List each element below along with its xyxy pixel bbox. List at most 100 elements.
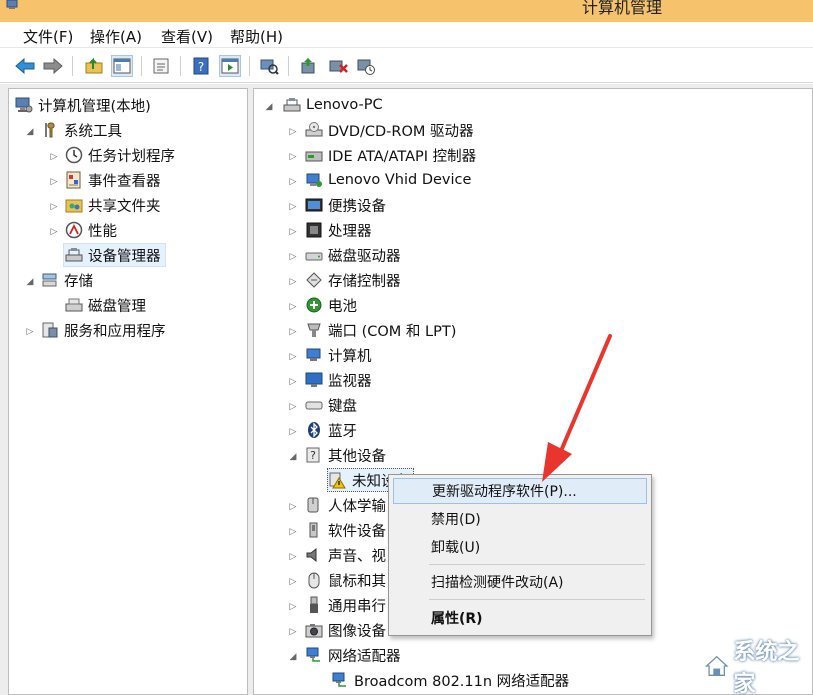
- collapsed-arrow-icon[interactable]: ▷: [288, 577, 298, 587]
- properties-button[interactable]: [150, 55, 172, 77]
- tree-item-event-viewer[interactable]: 事件查看器: [65, 168, 161, 192]
- device-category-monitors[interactable]: 监视器: [305, 368, 372, 392]
- device-category-portable[interactable]: 便携设备: [305, 193, 386, 217]
- device-category-computer[interactable]: 计算机: [305, 343, 372, 367]
- device-category-mice[interactable]: 鼠标和其: [305, 568, 386, 592]
- device-category-bluetooth[interactable]: 蓝牙: [305, 418, 357, 442]
- device-category-dvd[interactable]: DVD/CD-ROM 驱动器: [305, 118, 474, 142]
- device-category-battery[interactable]: 电池: [305, 293, 357, 317]
- menu-action[interactable]: 操作(A): [90, 26, 142, 47]
- collapsed-arrow-icon[interactable]: ▷: [288, 527, 298, 537]
- menu-view[interactable]: 查看(V): [161, 26, 213, 47]
- expanded-arrow-icon[interactable]: ◢: [288, 452, 298, 462]
- collapsed-arrow-icon[interactable]: ▷: [288, 202, 298, 212]
- context-menu-scan-hardware[interactable]: 扫描检测硬件改动(A): [393, 569, 647, 595]
- collapsed-arrow-icon[interactable]: ▷: [49, 177, 59, 187]
- tree-item-label: 磁盘管理: [88, 298, 146, 315]
- tree-item-services-and-applications[interactable]: 服务和应用程序: [41, 318, 166, 342]
- device-category-keyboards[interactable]: 键盘: [305, 393, 357, 417]
- collapsed-arrow-icon[interactable]: ▷: [49, 202, 59, 212]
- device-category-other-devices[interactable]: ? 其他设备: [305, 443, 386, 467]
- collapsed-arrow-icon[interactable]: ▷: [288, 352, 298, 362]
- tree-item-label: 软件设备: [328, 523, 386, 540]
- collapsed-arrow-icon[interactable]: ▷: [288, 227, 298, 237]
- mouse-icon: [308, 572, 320, 589]
- collapsed-arrow-icon[interactable]: ▷: [49, 227, 59, 237]
- collapsed-arrow-icon[interactable]: ▷: [288, 152, 298, 162]
- update-driver-button[interactable]: [297, 55, 319, 77]
- device-category-processor[interactable]: 处理器: [305, 218, 372, 242]
- device-category-network-adapters[interactable]: 网络适配器: [305, 643, 401, 667]
- expanded-arrow-icon[interactable]: ◢: [264, 102, 274, 112]
- collapsed-arrow-icon[interactable]: ▷: [288, 177, 298, 187]
- context-menu-properties[interactable]: 属性(R): [393, 605, 647, 631]
- collapsed-arrow-icon[interactable]: ▷: [288, 502, 298, 512]
- device-category-hid[interactable]: 人体学输: [305, 493, 386, 517]
- forward-arrow-icon: [43, 58, 63, 74]
- device-category-imaging[interactable]: 图像设备: [305, 618, 386, 642]
- back-arrow-icon: [15, 58, 35, 74]
- collapsed-arrow-icon[interactable]: ▷: [25, 327, 35, 337]
- device-broadcom-adapter[interactable]: Broadcom 802.11n 网络适配器: [331, 668, 569, 692]
- disable-device-button[interactable]: [355, 55, 377, 77]
- computer-icon: [283, 98, 301, 112]
- collapsed-arrow-icon[interactable]: ▷: [288, 327, 298, 337]
- tree-item-performance[interactable]: 性能: [65, 218, 117, 242]
- context-menu-uninstall[interactable]: 卸载(U): [393, 534, 647, 560]
- expanded-arrow-icon[interactable]: ◢: [288, 652, 298, 662]
- keyboard-icon: [305, 401, 323, 410]
- collapsed-arrow-icon[interactable]: ▷: [288, 427, 298, 437]
- device-category-software-devices[interactable]: 软件设备: [305, 518, 386, 542]
- collapsed-arrow-icon[interactable]: ▷: [49, 152, 59, 162]
- console-tree-icon: [113, 58, 131, 74]
- collapsed-arrow-icon[interactable]: ▷: [288, 552, 298, 562]
- tree-item-label: 任务计划程序: [88, 148, 175, 165]
- tree-item-storage[interactable]: 存储: [41, 268, 93, 292]
- network-adapter-icon: [306, 647, 320, 662]
- tree-item-label: 设备管理器: [88, 248, 161, 265]
- tree-item-label: Lenovo-PC: [306, 97, 383, 113]
- menu-help[interactable]: 帮助(H): [230, 26, 283, 47]
- shared-folder-icon: [65, 199, 83, 213]
- device-category-ide[interactable]: IDE ATA/ATAPI 控制器: [305, 143, 476, 167]
- tree-item-device-manager[interactable]: 设备管理器: [63, 243, 166, 267]
- tree-item-label: 其他设备: [328, 448, 386, 465]
- device-tree-root[interactable]: Lenovo-PC: [283, 93, 383, 117]
- collapsed-arrow-icon[interactable]: ▷: [288, 252, 298, 262]
- tree-item-task-scheduler[interactable]: 任务计划程序: [65, 143, 175, 167]
- collapsed-arrow-icon[interactable]: ▷: [288, 277, 298, 287]
- dvd-icon: [305, 122, 323, 137]
- device-category-usb[interactable]: 通用串行: [305, 593, 386, 617]
- context-menu-disable[interactable]: 禁用(D): [393, 506, 647, 532]
- device-category-storage-controllers[interactable]: 存储控制器: [305, 268, 401, 292]
- tree-item-label: 存储: [64, 273, 93, 290]
- device-category-sound[interactable]: 声音、视: [305, 543, 386, 567]
- tree-item-shared-folders[interactable]: 共享文件夹: [65, 193, 161, 217]
- console-tree-pane[interactable]: 计算机管理(本地) ◢ 系统工具 ▷ 任务计划程序 ▷ 事件查看器 ▷ 共享文件…: [8, 88, 248, 695]
- collapsed-arrow-icon[interactable]: ▷: [288, 302, 298, 312]
- menu-file[interactable]: 文件(F): [23, 26, 73, 47]
- tree-item-disk-management[interactable]: 磁盘管理: [65, 293, 146, 317]
- scan-hardware-button[interactable]: [258, 55, 280, 77]
- up-folder-button[interactable]: [83, 55, 105, 77]
- device-category-lenovo-vhid[interactable]: Lenovo Vhid Device: [305, 168, 471, 192]
- tree-item-label: 性能: [88, 223, 117, 240]
- processor-icon: [306, 222, 322, 238]
- device-category-disk-drives[interactable]: 磁盘驱动器: [305, 243, 401, 267]
- forward-button[interactable]: [42, 55, 64, 77]
- uninstall-button[interactable]: [327, 55, 349, 77]
- expanded-arrow-icon[interactable]: ◢: [25, 127, 35, 137]
- collapsed-arrow-icon[interactable]: ▷: [288, 627, 298, 637]
- show-hide-tree-button[interactable]: [111, 55, 133, 77]
- tree-item-computer-management[interactable]: 计算机管理(本地): [15, 93, 151, 117]
- tree-item-system-tools[interactable]: 系统工具: [41, 118, 122, 142]
- help-button[interactable]: ?: [190, 55, 212, 77]
- back-button[interactable]: [14, 55, 36, 77]
- device-category-ports[interactable]: 端口 (COM 和 LPT): [305, 318, 456, 342]
- expanded-arrow-icon[interactable]: ◢: [25, 277, 35, 287]
- collapsed-arrow-icon[interactable]: ▷: [288, 602, 298, 612]
- collapsed-arrow-icon[interactable]: ▷: [288, 127, 298, 137]
- collapsed-arrow-icon[interactable]: ▷: [288, 402, 298, 412]
- collapsed-arrow-icon[interactable]: ▷: [288, 377, 298, 387]
- show-action-pane-button[interactable]: [219, 55, 241, 77]
